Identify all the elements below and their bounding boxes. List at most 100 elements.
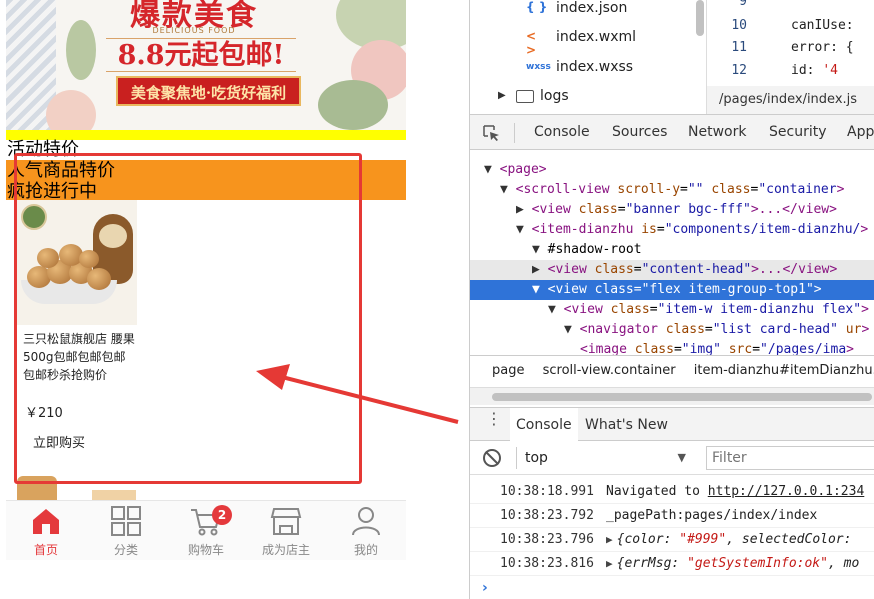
tag-close: > [860,222,869,237]
node-toggle-icon[interactable]: ▼ [532,242,548,257]
tag-name: view [555,262,587,277]
log-link[interactable]: http://127.0.0.1:234 [708,484,865,499]
node-toggle-icon[interactable]: ▼ [564,322,580,337]
horizontal-scrollbar[interactable] [470,387,874,405]
line-number: 11 [731,40,747,55]
element-node[interactable]: ▼ <view class="flex item-group-top1"> [470,280,874,300]
code-text: canIUse: [791,18,854,33]
tab-console[interactable]: Console [534,115,590,151]
element-node[interactable]: ▼ <scroll-view scroll-y="" class="contai… [470,180,874,200]
attr-value: "" [687,182,704,197]
tag-name: image [587,342,627,355]
tab-label: 我的 [353,543,378,557]
tab-label: 首页 [33,543,58,557]
log-message: _pagePath:pages/index/index [606,508,818,523]
element-node[interactable]: ▶ <view class="content-head">...</view> [470,260,874,280]
element-node[interactable]: ▼ <item-dianzhu is="components/item-dian… [470,220,874,240]
console-toolbar: top ▼ [470,441,874,475]
file-tree-scrollbar[interactable] [696,0,704,36]
log-line[interactable]: 10:38:23.796 ▶ {color: "#999", selectedCo… [470,528,874,552]
node-toggle-icon[interactable]: ▶ [516,202,532,217]
attr-value: "components/item-dianzhu/ [664,222,861,237]
file-name: index.wxml [556,29,637,45]
node-toggle-icon[interactable]: ▶ [532,262,548,277]
phone-simulator: 爆款美食 DELICIOUS FOOD 8.8元起包邮! 美食聚焦地·吃货好福利… [6,0,406,560]
breadcrumb-scroll-view[interactable]: scroll-view.container [543,363,676,378]
node-tag: <view [531,202,571,217]
log-timestamp: 10:38:23.792 [500,508,594,523]
more-options-icon[interactable]: ⋮ [486,411,502,434]
code-editor[interactable]: 9 10 canIUse: 11 error: { 12 id: '4 [706,0,874,86]
log-line[interactable]: 10:38:23.816 ▶ {errMsg: "getSystemInfo:ok… [470,552,874,576]
node-tag: <page> [499,162,547,177]
tab-mine[interactable]: 我的 [326,501,406,560]
home-icon [33,509,59,534]
expand-object-icon[interactable]: ▶ [606,533,613,546]
node-tag: <view [563,302,603,317]
console-prompt-icon[interactable]: › [482,580,488,596]
tag-close: > [861,302,869,317]
tab-category[interactable]: 分类 [86,501,166,560]
file-tree: { } index.json < > index.wxml wxss index… [470,0,704,112]
node-toggle-icon[interactable]: ▼ [548,302,564,317]
object-value: "getSystemInfo:ok" [687,556,828,571]
scrollbar-thumb[interactable] [492,393,872,401]
user-icon [352,507,380,536]
code-line: 11 error: { [707,40,874,62]
log-object[interactable]: ▶ {errMsg: "getSystemInfo:ok", mo [606,552,859,576]
element-node[interactable]: ▼ #shadow-root [470,240,874,260]
breadcrumb-item-dianzhu[interactable]: item-dianzhu#itemDianzhu.m [694,363,874,378]
collapsed-children: ...</view> [759,262,838,277]
expand-object-icon[interactable]: ▶ [606,557,613,570]
next-product-card-peek[interactable] [92,490,136,500]
file-item-wxss[interactable]: wxss index.wxss [470,59,703,87]
log-object[interactable]: ▶ {color: "#999", selectedColor: [606,528,851,552]
tab-network[interactable]: Network [688,115,746,151]
context-select[interactable]: top ▼ [516,447,692,469]
node-toggle-icon[interactable]: ▼ [484,162,500,177]
code-key: id: [791,63,823,78]
tab-cart[interactable]: 2 购物车 [166,501,246,560]
node-toggle-icon[interactable]: ▼ [500,182,516,197]
tag-name: view [539,202,571,217]
clear-console-icon[interactable] [483,449,501,467]
attr-name: class [594,282,634,297]
node-tag: <scroll-view [515,182,610,197]
drawer-tab-console[interactable]: Console [510,408,578,442]
inspect-element-icon[interactable] [482,124,500,142]
attr-name: ur [845,322,862,337]
element-node[interactable]: ▼ <view class="item-w item-dianzhu flex"… [470,300,874,320]
element-node[interactable]: ▼ <navigator class="list card-head" ur> [470,320,874,340]
wxss-file-icon: wxss [526,62,551,72]
breadcrumb-page[interactable]: page [492,363,524,378]
folder-item-logs[interactable]: ▶ logs [470,88,703,116]
tag-close: > [861,322,870,337]
log-timestamp: 10:38:23.796 [500,532,594,547]
folder-icon [516,90,534,103]
element-node[interactable]: ▶ <view class="banner bgc-fff">...</view… [470,200,874,220]
attr-name: class [594,262,634,277]
file-item-wxml[interactable]: < > index.wxml [470,29,703,57]
attr-name: class [665,322,705,337]
banner-slogan: 美食聚焦地·吃货好福利 [116,76,301,106]
file-item-json[interactable]: { } index.json [470,0,703,28]
console-filter-input[interactable] [706,446,874,470]
tab-appdata[interactable]: App [847,115,874,151]
line-number: 12 [731,63,747,78]
node-toggle-icon[interactable]: ▼ [516,222,532,237]
promo-banner[interactable]: 爆款美食 DELICIOUS FOOD 8.8元起包邮! 美食聚焦地·吃货好福利 [6,0,406,130]
tab-become-shopkeeper[interactable]: 成为店主 [246,501,326,560]
drawer-tab-whats-new[interactable]: What's New [579,408,674,442]
attr-name: scroll-y [617,182,681,197]
node-toggle-icon[interactable]: ▼ [532,282,548,297]
element-node[interactable]: <image class="img" src="/pages/ima> [470,340,874,355]
log-message: Navigated to http://127.0.0.1:234 [606,480,864,504]
context-value: top [525,450,548,466]
attr-value: "banner bgc-fff" [625,202,751,217]
expand-arrow-icon[interactable]: ▶ [498,90,506,101]
tab-security[interactable]: Security [769,115,827,151]
attr-value: "content-head" [641,262,752,277]
tab-sources[interactable]: Sources [612,115,667,151]
element-node[interactable]: ▼ <page> [470,160,874,180]
tab-home[interactable]: 首页 [6,501,86,560]
